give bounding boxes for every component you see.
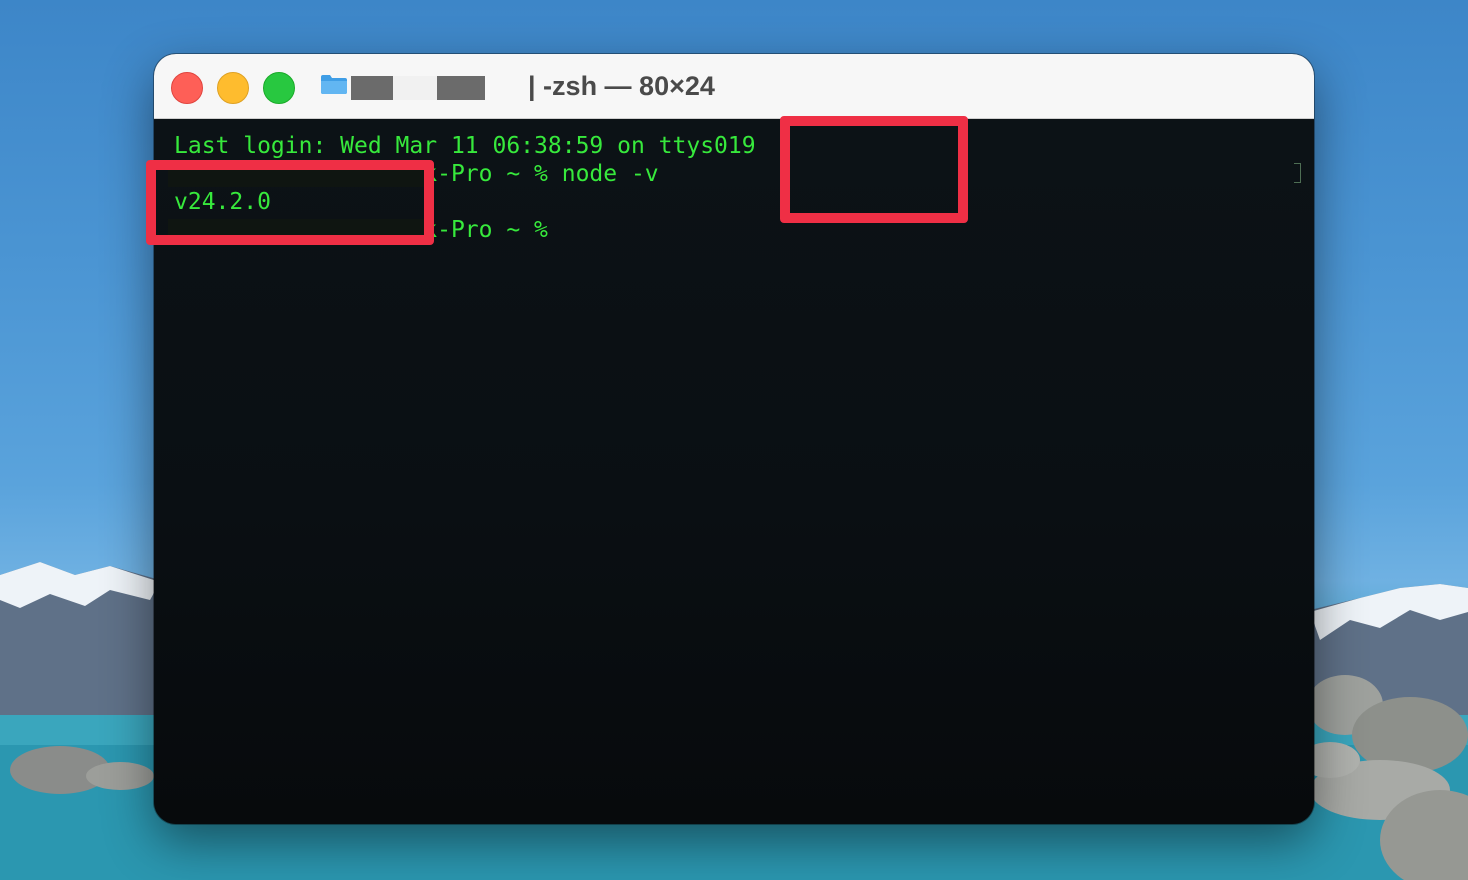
minimize-button[interactable] bbox=[217, 72, 249, 104]
annotation-box-command bbox=[780, 116, 968, 223]
annotation-box-version bbox=[146, 160, 434, 245]
folder-icon bbox=[321, 75, 347, 94]
window-titlebar[interactable]: | -zsh — 80×24 bbox=[154, 54, 1314, 119]
zoom-button[interactable] bbox=[263, 72, 295, 104]
terminal-line-login: Last login: Wed Mar 11 06:38:59 on ttys0… bbox=[174, 133, 756, 159]
redacted-path-block bbox=[393, 76, 437, 100]
scroll-marker-icon bbox=[1294, 163, 1301, 183]
redacted-path-block bbox=[351, 76, 393, 100]
window-title: | -zsh — 80×24 bbox=[528, 71, 715, 101]
close-button[interactable] bbox=[171, 72, 203, 104]
redacted-path-block bbox=[437, 76, 485, 100]
